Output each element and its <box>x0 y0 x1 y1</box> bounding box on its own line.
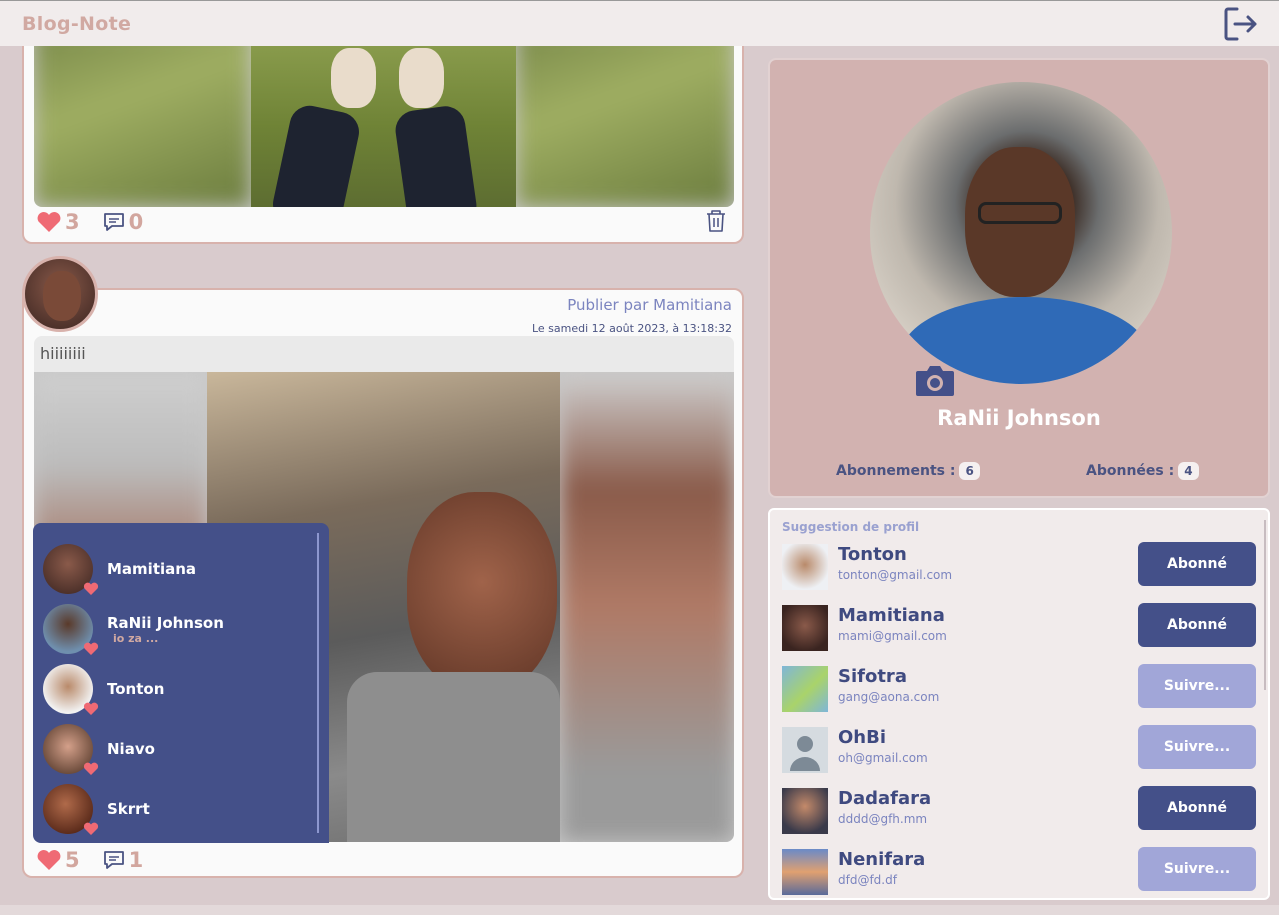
like-button[interactable]: 3 <box>36 210 80 234</box>
comment-button[interactable]: 1 <box>102 848 144 872</box>
suggestion-row: Mamitiana mami@gmail.com Abonné <box>782 603 1258 653</box>
post-card: 3 0 <box>22 46 744 244</box>
avatar[interactable] <box>782 605 828 651</box>
heart-icon <box>37 212 61 232</box>
following-label: Abonnements : <box>836 463 956 479</box>
camera-icon[interactable] <box>914 362 956 398</box>
avatar <box>43 664 99 715</box>
suggestions-title: Suggestion de profil <box>782 520 920 534</box>
avatar <box>43 544 99 595</box>
bottom-scrollbar[interactable] <box>0 905 1279 915</box>
suggestion-email: tonton@gmail.com <box>838 568 953 582</box>
suggestion-row: Dadafara dddd@gfh.mm Abonné <box>782 786 1258 836</box>
suggestion-row: Nenifara dfd@fd.df Suivre... <box>782 847 1258 897</box>
suggestion-row: Sifotra gang@aona.com Suivre... <box>782 664 1258 714</box>
like-button[interactable]: 5 <box>36 848 80 872</box>
logout-icon[interactable] <box>1221 4 1261 44</box>
chat-last-message: io za ... <box>113 631 159 645</box>
like-count: 3 <box>65 210 80 234</box>
chat-item[interactable]: Mamitiana <box>43 543 303 595</box>
suggestion-email: dddd@gfh.mm <box>838 812 928 826</box>
chat-scrollbar[interactable] <box>317 533 319 833</box>
profile-picture[interactable] <box>870 82 1172 384</box>
comment-count: 0 <box>128 210 144 234</box>
chat-name: Niavo <box>107 740 155 758</box>
avatar[interactable] <box>782 788 828 834</box>
post-text: hiiiiiiii <box>34 336 734 372</box>
suggestion-name[interactable]: Nenifara <box>838 849 925 870</box>
post-image[interactable] <box>34 46 734 207</box>
comment-icon <box>103 213 124 231</box>
chat-list-panel[interactable]: Mamitiana RaNii Johnson io za ... Tonton <box>33 523 329 843</box>
suggestion-email: mami@gmail.com <box>838 629 947 643</box>
chat-name: Mamitiana <box>107 560 197 578</box>
suggestion-row: Tonton tonton@gmail.com Abonné <box>782 542 1258 592</box>
avatar[interactable] <box>782 849 828 895</box>
feed[interactable]: 3 0 Publier par Mamitiana Le samedi 12 a… <box>0 46 760 915</box>
subscribed-button[interactable]: Abonné <box>1138 542 1256 586</box>
follow-button[interactable]: Suivre... <box>1138 725 1256 769</box>
top-bar: Blog-Note <box>0 0 1279 46</box>
chat-item[interactable]: Tonton <box>43 663 303 715</box>
followers-count: 4 <box>1178 462 1199 480</box>
image-blur-left <box>34 46 251 207</box>
chat-name: Skrrt <box>107 800 150 818</box>
trash-icon[interactable] <box>704 208 728 234</box>
followers-stat[interactable]: Abonnées : 4 <box>1086 462 1199 480</box>
suggestion-email: gang@aona.com <box>838 690 940 704</box>
suggestion-name[interactable]: Tonton <box>838 544 907 565</box>
suggestions-scrollbar[interactable] <box>1264 520 1266 690</box>
follow-button[interactable]: Suivre... <box>1138 664 1256 708</box>
image-blur-right <box>560 372 734 842</box>
chat-item[interactable]: RaNii Johnson io za ... <box>43 603 303 655</box>
comment-button[interactable]: 0 <box>102 210 144 234</box>
grass-photo <box>251 46 516 207</box>
comment-count: 1 <box>128 848 144 872</box>
author-avatar[interactable] <box>22 256 98 332</box>
followers-label: Abonnées : <box>1086 463 1175 479</box>
heart-icon <box>83 582 99 595</box>
follow-button[interactable]: Suivre... <box>1138 847 1256 891</box>
post-date: Le samedi 12 août 2023, à 13:18:32 <box>531 322 732 335</box>
following-count: 6 <box>959 462 980 480</box>
suggestion-name[interactable]: Dadafara <box>838 788 931 809</box>
brand-logo[interactable]: Blog-Note <box>22 13 131 35</box>
suggestion-email: dfd@fd.df <box>838 873 897 887</box>
chat-name: RaNii Johnson <box>107 613 224 632</box>
like-count: 5 <box>65 848 80 872</box>
suggestion-name[interactable]: Sifotra <box>838 666 907 687</box>
suggestion-name[interactable]: Mamitiana <box>838 605 945 626</box>
avatar <box>43 784 99 835</box>
avatar[interactable] <box>782 666 828 712</box>
chat-name: Tonton <box>107 680 165 698</box>
following-stat[interactable]: Abonnements : 6 <box>836 462 980 480</box>
heart-icon <box>37 850 61 870</box>
avatar[interactable] <box>782 544 828 590</box>
post-author[interactable]: Publier par Mamitiana <box>567 296 732 314</box>
heart-icon <box>83 762 99 775</box>
chat-item[interactable]: Skrrt <box>43 783 303 835</box>
heart-icon <box>83 702 99 715</box>
image-blur-right <box>516 46 734 207</box>
subscribed-button[interactable]: Abonné <box>1138 603 1256 647</box>
chat-item[interactable]: Niavo <box>43 723 303 775</box>
heart-icon <box>83 642 99 655</box>
comment-icon <box>103 851 124 869</box>
default-user-icon[interactable] <box>782 727 828 773</box>
profile-name: RaNii Johnson <box>937 406 1101 430</box>
suggestion-name[interactable]: OhBi <box>838 727 886 748</box>
profile-suggestions[interactable]: Suggestion de profil Tonton tonton@gmail… <box>768 508 1270 900</box>
suggestion-row: OhBi oh@gmail.com Suivre... <box>782 725 1258 775</box>
avatar <box>43 604 99 655</box>
avatar <box>43 724 99 775</box>
subscribed-button[interactable]: Abonné <box>1138 786 1256 830</box>
profile-card: RaNii Johnson Abonnements : 6 Abonnées :… <box>768 58 1270 498</box>
suggestion-email: oh@gmail.com <box>838 751 928 765</box>
heart-icon <box>83 822 99 835</box>
